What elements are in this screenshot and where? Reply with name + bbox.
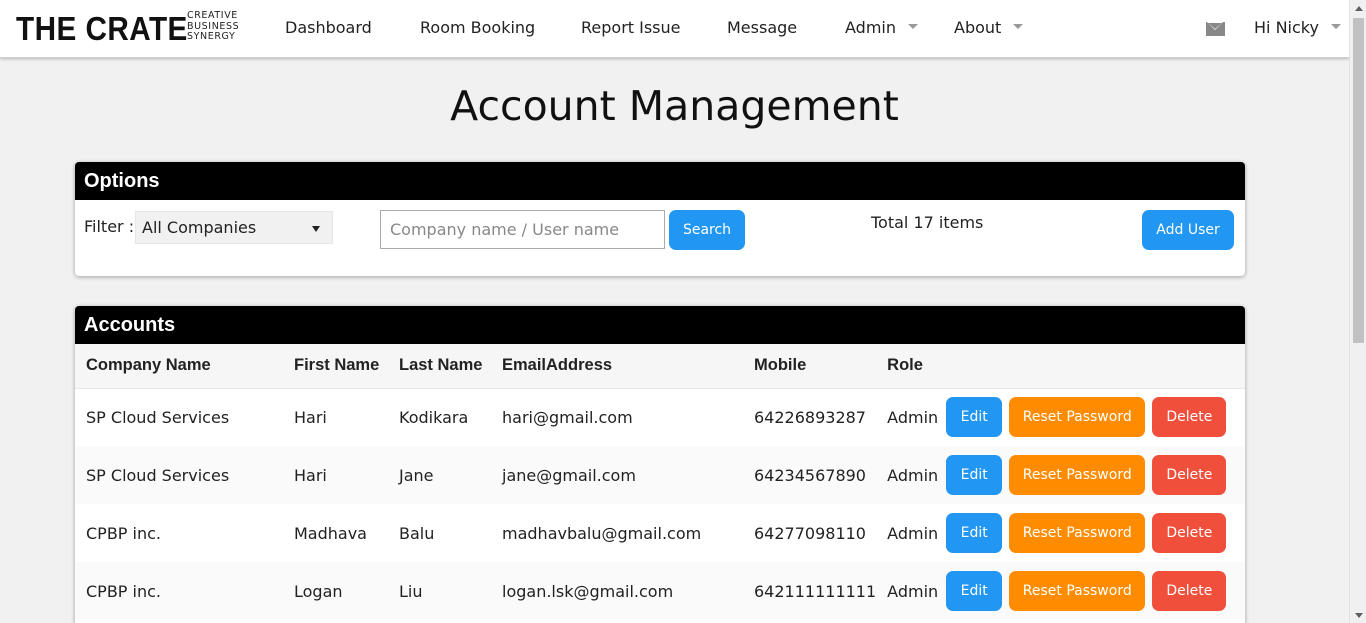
cell-last-name: Kodikara xyxy=(399,407,469,427)
table-row: SP Cloud Services Hari Jane jane@gmail.c… xyxy=(75,446,1245,504)
cell-role: Admin xyxy=(876,446,947,504)
caret-down-icon xyxy=(1013,24,1024,29)
cell-role: Admin xyxy=(887,523,939,543)
delete-button[interactable]: Delete xyxy=(1152,571,1227,611)
edit-button[interactable]: Edit xyxy=(946,571,1003,611)
cell-last-name: Liu xyxy=(388,562,491,620)
reset-password-button[interactable]: Reset Password xyxy=(1009,455,1146,495)
cell-first-name: Hari xyxy=(283,446,388,504)
caret-down-icon xyxy=(908,24,918,29)
accounts-panel: Accounts Company Name First Name Last Na… xyxy=(75,306,1245,623)
edit-button[interactable]: Edit xyxy=(946,455,1003,495)
column-header-mobile[interactable]: Mobile xyxy=(743,344,877,389)
envelope-icon[interactable] xyxy=(1206,22,1225,36)
user-menu-dropdown[interactable]: Hi Nicky xyxy=(1254,18,1341,37)
cell-first-name: Logan xyxy=(283,562,388,620)
cell-company: CPBP inc. xyxy=(75,562,283,620)
brand-tagline: CREATIVE BUSINESS SYNERGY xyxy=(187,10,240,42)
cell-role: Admin xyxy=(887,407,939,427)
nav-message[interactable]: Message xyxy=(727,18,797,37)
reset-password-button[interactable]: Reset Password xyxy=(1009,397,1146,438)
page-scrollbar[interactable] xyxy=(1349,0,1366,623)
cell-actions: Edit Reset Password Delete xyxy=(946,446,1245,504)
top-navbar: THE CRATE CREATIVE BUSINESS SYNERGY Dash… xyxy=(0,0,1349,58)
scroll-down-arrow-icon[interactable] xyxy=(1355,613,1363,618)
cell-first-name: Madhava xyxy=(294,523,367,543)
cell-email: logan.lsk@gmail.com xyxy=(491,562,743,620)
nav-room-booking[interactable]: Room Booking xyxy=(420,18,535,37)
table-row: SP Cloud Services Hari Kodikara hari@gma… xyxy=(75,388,1245,446)
reset-password-button[interactable]: Reset Password xyxy=(1009,513,1146,553)
cell-mobile: 642111111111 xyxy=(743,562,877,620)
nav-about-dropdown[interactable]: About xyxy=(954,18,1024,37)
cell-email: madhavbalu@gmail.com xyxy=(502,523,702,543)
company-filter-select[interactable]: All Companies xyxy=(135,211,333,244)
cell-company: SP Cloud Services xyxy=(75,446,283,504)
nav-dashboard[interactable]: Dashboard xyxy=(285,18,372,37)
filter-selected-value: All Companies xyxy=(142,218,257,237)
dropdown-arrow-icon xyxy=(312,226,320,232)
filter-label: Filter : xyxy=(84,217,135,236)
delete-button[interactable]: Delete xyxy=(1152,397,1227,438)
brand-name: THE CRATE xyxy=(16,10,188,47)
scroll-thumb[interactable] xyxy=(1353,18,1364,343)
edit-button[interactable]: Edit xyxy=(946,513,1003,553)
column-header-actions xyxy=(946,344,1245,389)
column-header-first-name[interactable]: First Name xyxy=(283,344,388,389)
column-header-last-name[interactable]: Last Name xyxy=(388,344,491,389)
brand-logo[interactable]: THE CRATE CREATIVE BUSINESS SYNERGY xyxy=(16,10,240,50)
total-items-count: Total 17 items xyxy=(871,213,984,232)
scroll-up-arrow-icon[interactable] xyxy=(1355,6,1363,11)
caret-down-icon xyxy=(1330,24,1341,29)
accounts-table: Company Name First Name Last Name EmailA… xyxy=(75,344,1245,620)
options-panel: Options Filter : All Companies Search To… xyxy=(75,162,1245,276)
cell-email: jane@gmail.com xyxy=(491,446,743,504)
cell-role: Admin xyxy=(876,562,947,620)
reset-password-button[interactable]: Reset Password xyxy=(1009,571,1146,611)
page-title: Account Management xyxy=(450,82,899,130)
search-button[interactable]: Search xyxy=(669,210,745,250)
cell-last-name: Balu xyxy=(399,523,435,543)
cell-company: SP Cloud Services xyxy=(86,407,230,427)
nav-admin-dropdown[interactable]: Admin xyxy=(845,18,918,37)
accounts-header: Accounts xyxy=(75,306,1245,344)
add-user-button[interactable]: Add User xyxy=(1142,210,1234,250)
cell-actions: Edit Reset Password Delete xyxy=(946,504,1245,562)
cell-actions: Edit Reset Password Delete xyxy=(946,562,1245,620)
cell-last-name: Jane xyxy=(388,446,491,504)
cell-actions: Edit Reset Password Delete xyxy=(946,388,1245,446)
delete-button[interactable]: Delete xyxy=(1152,513,1227,553)
cell-first-name: Hari xyxy=(294,407,327,427)
edit-button[interactable]: Edit xyxy=(946,397,1003,438)
cell-email: hari@gmail.com xyxy=(502,407,633,427)
table-row: CPBP inc. Madhava Balu madhavbalu@gmail.… xyxy=(75,504,1245,562)
cell-company: CPBP inc. xyxy=(86,523,161,543)
nav-report-issue[interactable]: Report Issue xyxy=(581,18,681,37)
column-header-role[interactable]: Role xyxy=(876,344,947,389)
options-header: Options xyxy=(75,162,1245,200)
column-header-company[interactable]: Company Name xyxy=(75,344,283,389)
column-header-email[interactable]: EmailAddress xyxy=(491,344,743,389)
search-input[interactable] xyxy=(380,210,665,249)
table-header-row: Company Name First Name Last Name EmailA… xyxy=(75,344,1245,389)
delete-button[interactable]: Delete xyxy=(1152,455,1227,495)
cell-mobile: 64277098110 xyxy=(754,523,866,543)
table-row: CPBP inc. Logan Liu logan.lsk@gmail.com … xyxy=(75,562,1245,620)
cell-mobile: 64234567890 xyxy=(743,446,877,504)
cell-mobile: 64226893287 xyxy=(754,407,866,427)
